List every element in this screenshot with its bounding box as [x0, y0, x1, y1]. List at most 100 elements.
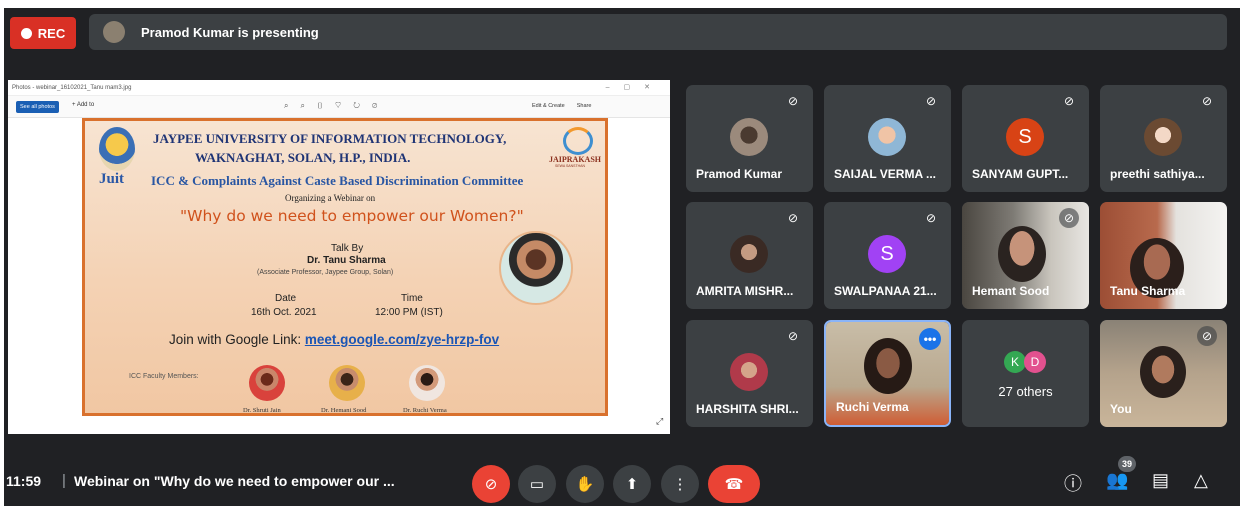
participant-tile[interactable]: S ⊘ SWALPANAA 21...	[824, 202, 951, 309]
faculty-name: Dr. Shruti Jain	[243, 407, 281, 414]
committee-name: ICC & Complaints Against Caste Based Dis…	[151, 173, 524, 188]
faculty-photo	[329, 365, 365, 401]
participant-tile[interactable]: ⊘ AMRITA MISHR...	[686, 202, 813, 309]
mic-off-icon: ⊘	[925, 211, 937, 225]
mic-off-icon: ⊘	[1197, 326, 1217, 346]
presenter-avatar	[103, 21, 125, 43]
avatar	[730, 118, 768, 156]
shared-screen: Photos - webinar_16102021_Tanu mam3.jpg …	[8, 80, 670, 434]
speaker-role: (Associate Professor, Jaypee Group, Sola…	[257, 269, 394, 276]
faculty-name: Dr. Ruchi Verma	[403, 407, 447, 414]
participant-tile[interactable]: S ⊘ SANYAM GUPT...	[962, 85, 1089, 192]
date-value: 16th Oct. 2021	[251, 307, 317, 318]
camera-toggle-button[interactable]: ▭	[518, 465, 556, 503]
presenter-bar: Pramod Kumar is presenting	[89, 14, 1227, 50]
jaiprakash-logo-text: JAIPRAKASH	[549, 155, 602, 164]
participant-name: AMRITA MISHR...	[696, 284, 794, 298]
recording-indicator[interactable]: REC	[10, 17, 76, 49]
faculty-photo	[409, 365, 445, 401]
participant-name: Ruchi Verma	[836, 400, 909, 414]
presenter-text: Pramod Kumar is presenting	[141, 24, 319, 40]
more-options-button[interactable]: ⋮	[661, 465, 699, 503]
participant-tile[interactable]: ⊘ preethi sathiya...	[1100, 85, 1227, 192]
photo-tools-icon: ⌕⌕▯♡↻⌀	[284, 101, 390, 110]
active-speaker-tile[interactable]: ••• Ruchi Verma	[824, 320, 951, 427]
mic-off-icon: ⊘	[787, 211, 799, 225]
recording-label: REC	[37, 25, 66, 41]
faculty-name: Dr. Hemani Sood	[321, 407, 367, 414]
others-avatar-d: D	[1024, 351, 1046, 373]
speaker-photo	[499, 231, 573, 305]
mic-off-icon: ⊘	[925, 94, 937, 108]
participant-face	[864, 338, 912, 394]
expand-icon: ⤢	[656, 416, 664, 426]
jaiprakash-logo-subtext: SEWA SANSTHAN	[555, 164, 586, 168]
others-avatar-k: K	[1004, 351, 1026, 373]
poster-title-line1: JAYPEE UNIVERSITY OF INFORMATION TECHNOL…	[153, 131, 507, 146]
join-line: Join with Google Link: meet.google.com/z…	[169, 332, 499, 347]
end-call-icon: ☎	[724, 476, 744, 493]
people-icon[interactable]: 👥	[1106, 470, 1128, 491]
meeting-clock: 11:59	[6, 473, 42, 489]
participant-name: Pramod Kumar	[696, 167, 783, 181]
date-label: Date	[275, 293, 297, 304]
present-now-button[interactable]: ⬆	[613, 465, 651, 503]
talk-by-label: Talk By	[331, 243, 364, 254]
photo-toolbar-right: Edit & Create Share	[532, 103, 591, 109]
participant-tile[interactable]: ⊘ SAIJAL VERMA ...	[824, 85, 951, 192]
meet-link: meet.google.com/zye-hrzp-fov	[304, 332, 500, 347]
avatar	[1144, 118, 1182, 156]
add-to-button: + Add to	[72, 102, 95, 108]
raise-hand-button[interactable]: ✋	[566, 465, 604, 503]
faculty-label: ICC Faculty Members:	[129, 373, 199, 380]
avatar-letter: S	[1006, 118, 1044, 156]
participant-name: Hemant Sood	[972, 284, 1050, 298]
participant-tile[interactable]: ⊘ HARSHITA SHRI...	[686, 320, 813, 427]
chat-icon[interactable]: ▤	[1152, 470, 1169, 491]
speaker-name: Dr. Tanu Sharma	[307, 255, 386, 266]
photos-toolbar: See all photos + Add to ⌕⌕▯♡↻⌀ Edit & Cr…	[8, 96, 670, 118]
participant-name: preethi sathiya...	[1110, 167, 1205, 181]
camera-icon: ▭	[529, 476, 545, 493]
mic-off-icon: ⊘	[1059, 208, 1079, 228]
participant-name: SAIJAL VERMA ...	[834, 167, 937, 181]
participant-face	[998, 226, 1046, 282]
self-video-tile[interactable]: ⊘ You	[1100, 320, 1227, 427]
more-options-icon[interactable]: •••	[919, 328, 941, 350]
share-button: Share	[576, 103, 592, 109]
poster-title-line2: WAKNAGHAT, SOLAN, H.P., INDIA.	[195, 150, 411, 165]
info-icon[interactable]: ⓘ	[1064, 470, 1082, 496]
participant-tile[interactable]: ⊘ Pramod Kumar	[686, 85, 813, 192]
record-dot-icon	[20, 27, 32, 39]
divider: |	[62, 472, 66, 489]
participant-name: SWALPANAA 21...	[834, 284, 937, 298]
participant-video-tile[interactable]: ⊘ Hemant Sood	[962, 202, 1089, 309]
mic-off-icon: ⊘	[787, 329, 799, 343]
window-title: Photos - webinar_16102021_Tanu mam3.jpg	[12, 84, 132, 91]
jaiprakash-logo-icon	[563, 127, 593, 155]
avatar	[868, 118, 906, 156]
meeting-title: Webinar on "Why do we need to empower ou…	[74, 473, 395, 489]
others-tile[interactable]: K D 27 others	[962, 320, 1089, 427]
mic-off-icon: ⊘	[1201, 94, 1213, 108]
participant-video-tile[interactable]: Tanu Sharma	[1100, 202, 1227, 309]
window-controls-icon: –▢✕	[605, 84, 664, 91]
see-all-photos-button: See all photos	[16, 101, 59, 113]
people-count-badge: 39	[1118, 456, 1136, 472]
participant-name: You	[1110, 402, 1132, 416]
meeting-window: REC Pramod Kumar is presenting Photos - …	[0, 0, 1244, 506]
participant-face	[1140, 346, 1186, 398]
hand-icon: ✋	[575, 476, 595, 493]
participant-name: SANYAM GUPT...	[972, 167, 1069, 181]
time-value: 12:00 PM (IST)	[375, 307, 443, 318]
activities-icon[interactable]: △	[1194, 470, 1208, 491]
join-text: Join with Google Link:	[169, 332, 305, 347]
present-icon: ⬆	[625, 476, 639, 493]
avatar-letter: S	[868, 235, 906, 273]
faculty-photo	[249, 365, 285, 401]
leave-call-button[interactable]: ☎	[708, 465, 760, 503]
time-label: Time	[401, 293, 423, 304]
webinar-topic: "Why do we need to empower our Women?"	[180, 207, 524, 225]
more-vert-icon: ⋮	[672, 476, 688, 493]
mic-toggle-button[interactable]: ⊘	[472, 465, 510, 503]
